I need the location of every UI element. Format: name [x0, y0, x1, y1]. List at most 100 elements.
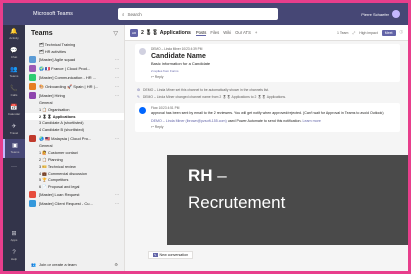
more-options-icon[interactable]: ···: [115, 136, 119, 141]
team-item[interactable]: [Master] Communication - HR ... ···: [25, 73, 124, 82]
sensitivity-label: High impact: [359, 30, 378, 35]
people-icon: 👥: [10, 67, 18, 73]
appbar-item[interactable]: ✈ Travel: [3, 120, 25, 139]
channel-item[interactable]: 🗂 Technical Training: [25, 41, 124, 48]
system-message-text: DEMO – Linda Miner changed channel name …: [142, 94, 286, 99]
post-footer: DEMO – Linda Miner (lbrown@pzsoft-155.co…: [151, 119, 396, 124]
join-create-team[interactable]: 👥 Join or create a team ⚙: [25, 259, 124, 269]
team-avatar: [29, 200, 36, 208]
channel-name: 4 Candidate B (shortlisted): [39, 128, 84, 133]
team-item[interactable]: 🌍 🇫🇷 France | Cloud Prod... ···: [25, 64, 124, 73]
reply-button[interactable]: ↩ Reply: [151, 75, 396, 79]
new-conversation-button[interactable]: ✎ New conversation: [148, 251, 194, 259]
post-footer-text: used Power Automate to send this notific…: [226, 118, 302, 123]
appbar-item-label: Teams: [9, 74, 19, 78]
more-icon: ···: [11, 164, 17, 170]
channel-item[interactable]: General: [25, 100, 124, 107]
form-post-card: DEMO – Linda Miner 10/23 4:39 PM Candida…: [135, 44, 400, 82]
appbar-item-label: Teams: [10, 150, 20, 154]
people-icon: 👥: [31, 261, 36, 267]
profile-menu[interactable]: Pierre Schaefer: [361, 10, 400, 18]
appbar-item[interactable]: 👥 Teams: [3, 63, 25, 82]
more-options-icon[interactable]: ···: [115, 57, 119, 62]
appbar-item-label: Calls: [10, 93, 18, 97]
avatar[interactable]: [392, 10, 400, 18]
channel-header: HR 2 🎖🎖 Applications Posts Files Wiki Ou…: [125, 25, 408, 41]
appbar-item[interactable]: 🔔 Activity: [3, 25, 25, 44]
system-message: ✎ DEMO – Linda Miner changed channel nam…: [135, 93, 400, 100]
add-tab-button[interactable]: +: [255, 30, 257, 35]
team-name: [Master] Communication - HR ...: [39, 74, 97, 80]
learn-more-link[interactable]: Learn more: [302, 119, 320, 123]
overlay-line1: RH: [188, 166, 213, 185]
user-link[interactable]: DEMO – Linda Miner (lbrown@pzsoft-155.co…: [151, 119, 227, 123]
team-name: 🌍 🇫🇷 France | Cloud Prod...: [39, 65, 91, 71]
channel-name: General: [39, 100, 53, 105]
plane-icon: ✈: [11, 124, 17, 130]
search-input[interactable]: ⌕ Search: [118, 8, 278, 20]
team-item[interactable]: [Master] Loan Request ···: [25, 190, 124, 199]
team-avatar: [29, 191, 36, 199]
channel-item[interactable]: 1 📋 Organisation: [25, 106, 124, 113]
team-name: 🌏 🇲🇾 Malaysia | Cloud Pro...: [39, 135, 92, 141]
avatar: [139, 48, 146, 55]
appbar-item-label: Travel: [9, 131, 19, 135]
team-avatar: [29, 55, 36, 63]
channel-item[interactable]: 6 📄 Proposal and legal: [25, 183, 124, 190]
calendar-icon: 📅: [10, 105, 18, 111]
appbar-item[interactable]: 📞 Calls: [3, 82, 25, 101]
gear-icon[interactable]: ⚙: [114, 262, 118, 267]
system-message: ⚙ DEMO – Linda Miner set this channel to…: [135, 86, 400, 93]
channel-item[interactable]: 3 🎫 Technical review: [25, 163, 124, 170]
team-item[interactable]: 🎨 Onboarding 🚀 Spain | HR |... ···: [25, 82, 124, 91]
tab-files[interactable]: Files: [210, 30, 219, 35]
tab-our-ats[interactable]: Our ATS: [235, 30, 251, 35]
channel-name: 2 🎖🎖 Applications: [141, 29, 191, 36]
card-subtitle: Basic information for a Candidate: [151, 61, 211, 66]
appbar-item[interactable]: ⊞ Apps: [3, 227, 25, 246]
appbar-item[interactable]: 💬 Chat: [3, 44, 25, 63]
channel-name: 4 💼 Commercial discussion: [39, 171, 87, 176]
team-item[interactable]: [Master] Agile squad ···: [25, 55, 124, 64]
profile-name: Pierre Schaefer: [361, 11, 389, 17]
filter-icon[interactable]: ▽: [113, 30, 118, 37]
info-icon[interactable]: ⓘ: [400, 30, 404, 35]
appbar-item[interactable]: 📅 Calendar: [3, 101, 25, 120]
appbar-item[interactable]: ···: [3, 158, 25, 177]
tab-posts[interactable]: Posts: [195, 30, 207, 36]
team-avatar: [29, 134, 36, 142]
appbar-item[interactable]: ? Help: [3, 246, 25, 265]
reply-button[interactable]: ↩ Reply: [151, 125, 396, 129]
channel-item[interactable]: 3 Candidate A (shortlisted): [25, 120, 124, 127]
team-item[interactable]: 🌏 🇲🇾 Malaysia | Cloud Pro... ···: [25, 134, 124, 143]
channel-item[interactable]: 4 💼 Commercial discussion: [25, 170, 124, 177]
team-item[interactable]: [Master] Hiring ···: [25, 91, 124, 100]
more-options-icon[interactable]: ···: [115, 192, 119, 197]
channel-name: 2 🎖🎖 Applications: [39, 115, 76, 120]
join-create-team-label: Join or create a team: [38, 261, 77, 267]
replies-link[interactable]: 2 replies from Forms: [151, 69, 396, 73]
meet-button[interactable]: Meet: [381, 29, 396, 36]
tab-wiki[interactable]: Wiki: [223, 30, 231, 35]
channel-item[interactable]: 🗂 HR activities: [25, 48, 124, 55]
channel-item[interactable]: 2 🎖🎖 Applications: [25, 113, 124, 120]
channel-name: 5 🏆 Competitors: [39, 178, 69, 183]
more-options-icon[interactable]: ···: [115, 66, 119, 71]
channel-item[interactable]: 4 Candidate B (shortlisted): [25, 127, 124, 134]
channel-item[interactable]: 1 🙋 Customer contact: [25, 149, 124, 156]
channel-item[interactable]: 2 📋 Planning: [25, 156, 124, 163]
appbar-item-label: Chat: [10, 55, 18, 59]
team-avatar: [29, 82, 36, 90]
channel-item[interactable]: General: [25, 143, 124, 150]
post-body: approval has been sent by email to the 2…: [151, 111, 384, 115]
more-options-icon[interactable]: ···: [115, 93, 119, 98]
appbar-item-label: Activity: [9, 36, 19, 40]
more-options-icon[interactable]: ···: [115, 201, 119, 206]
more-options-icon[interactable]: ···: [115, 84, 119, 89]
team-item[interactable]: [Master] Client Request - Cu... ···: [25, 199, 124, 208]
expand-icon[interactable]: ⤢: [352, 31, 355, 35]
team-name: [Master] Agile squad: [39, 56, 76, 62]
more-options-icon[interactable]: ···: [115, 75, 119, 80]
appbar-item[interactable]: ▣ Teams: [3, 139, 25, 158]
channel-item[interactable]: 5 🏆 Competitors: [25, 177, 124, 184]
